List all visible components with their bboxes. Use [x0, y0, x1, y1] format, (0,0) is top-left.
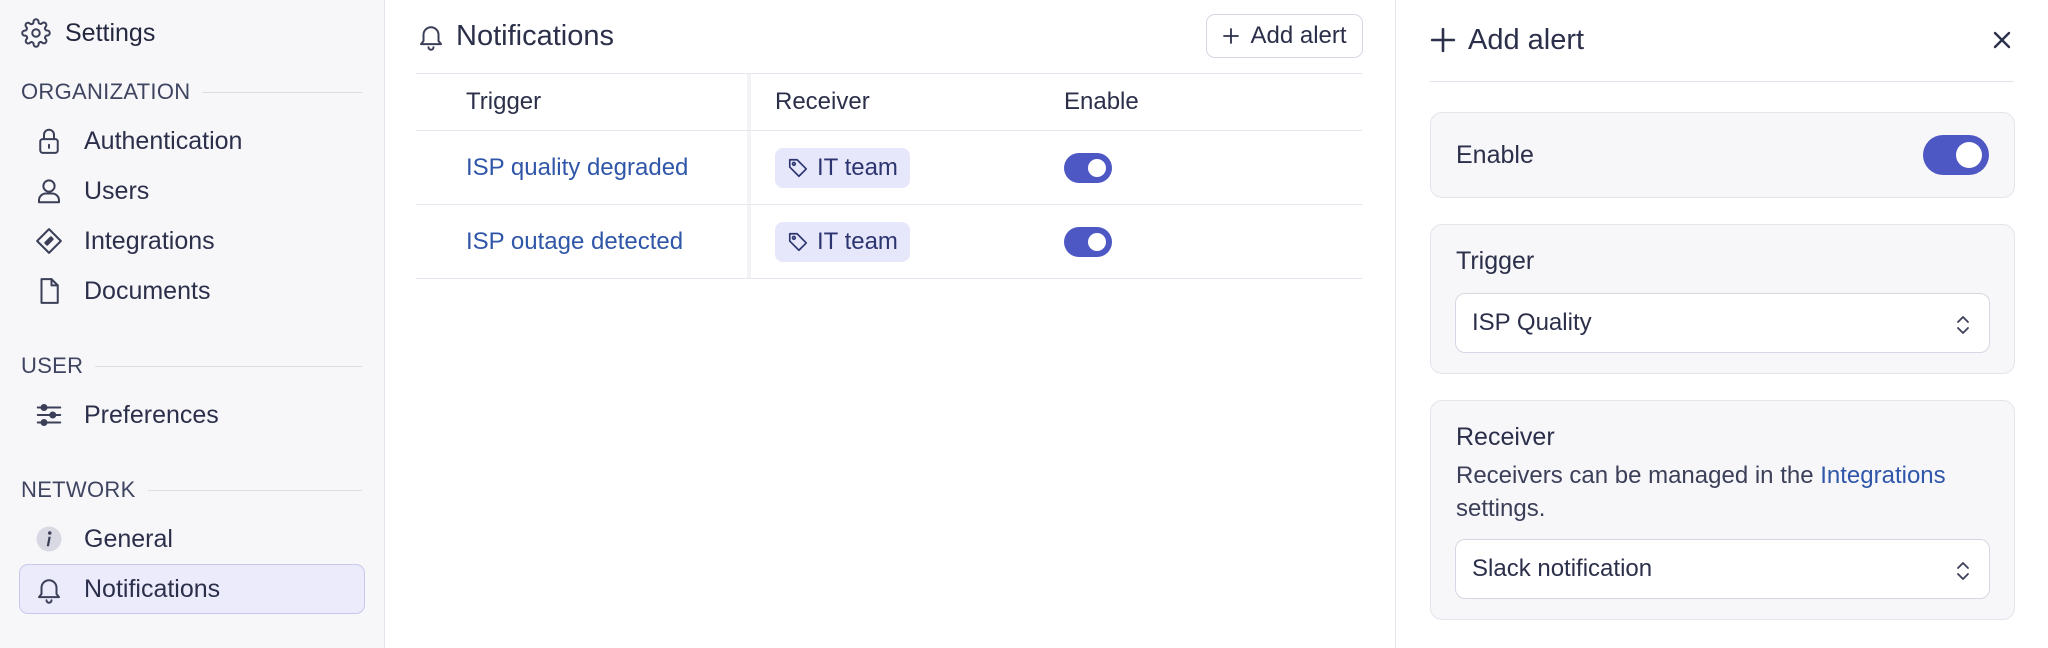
- section-user: USER: [21, 352, 362, 380]
- sidebar-item-general[interactable]: General: [19, 514, 365, 564]
- table-row: ISP quality degraded IT team: [416, 131, 1362, 205]
- page-title: Notifications: [416, 18, 614, 54]
- tag-icon: [788, 232, 808, 251]
- chevron-up-down-icon: [1957, 562, 1969, 580]
- enable-label: Enable: [1456, 141, 1534, 169]
- receiver-tag: IT team: [775, 221, 910, 262]
- sidebar-header: Settings: [21, 16, 155, 50]
- integrations-link[interactable]: Integrations: [1820, 462, 1945, 489]
- section-divider: [202, 91, 362, 93]
- sidebar: Settings ORGANIZATION Authentication Use…: [0, 0, 385, 648]
- sidebar-item-preferences[interactable]: Preferences: [19, 390, 365, 440]
- sidebar-item-documents[interactable]: Documents: [19, 266, 365, 316]
- trigger-link[interactable]: ISP quality degraded: [466, 154, 688, 182]
- enable-cell: [1064, 205, 1362, 278]
- sidebar-item-notifications[interactable]: Notifications: [19, 564, 365, 614]
- page-title-text: Notifications: [456, 19, 614, 52]
- receiver-help-suffix: settings.: [1456, 495, 1546, 522]
- column-header-label: Enable: [1064, 88, 1139, 115]
- receiver-help-text: Receivers can be managed in the Integrat…: [1456, 459, 1989, 525]
- receiver-select-value: Slack notification: [1472, 555, 1653, 582]
- close-icon[interactable]: [1990, 28, 2014, 52]
- trigger-card: Trigger ISP Quality: [1430, 224, 2015, 374]
- section-label-network: NETWORK: [21, 477, 136, 502]
- column-header-label: Receiver: [775, 88, 870, 115]
- section-divider: [147, 489, 362, 491]
- bell-icon: [420, 26, 442, 51]
- lock-icon: [39, 128, 59, 154]
- tag-diamond-icon: [36, 228, 62, 254]
- enable-toggle[interactable]: [1064, 226, 1112, 257]
- add-alert-button[interactable]: Add alert: [1206, 14, 1363, 58]
- info-icon: [36, 526, 62, 552]
- enable-card: Enable: [1430, 112, 2015, 198]
- receiver-tag-label: IT team: [817, 153, 898, 181]
- alerts-table: Trigger Receiver Enable ISP quality degr…: [416, 73, 1362, 279]
- sidebar-item-label: Integrations: [84, 226, 215, 255]
- receiver-tag: IT team: [775, 147, 910, 188]
- add-alert-drawer: Add alert Enable Trigger ISP Quality Rec…: [1395, 0, 2048, 648]
- sidebar-item-label: Documents: [84, 276, 211, 305]
- section-label-organization: ORGANIZATION: [21, 79, 191, 104]
- section-network: NETWORK: [21, 476, 362, 504]
- enable-toggle[interactable]: [1064, 152, 1112, 183]
- trigger-select[interactable]: ISP Quality: [1455, 293, 1990, 353]
- column-header-trigger: Trigger: [416, 74, 747, 130]
- document-icon: [40, 278, 59, 304]
- plus-icon: [1223, 28, 1240, 44]
- sidebar-item-label: General: [84, 524, 173, 553]
- trigger-label: Trigger: [1456, 247, 1535, 275]
- sidebar-item-label: Notifications: [84, 574, 221, 603]
- user-icon: [38, 179, 60, 204]
- toggle-knob: [1088, 158, 1106, 177]
- chevron-up-down-icon: [1957, 316, 1969, 334]
- table-header-row: Trigger Receiver Enable: [416, 73, 1362, 131]
- sliders-icon: [36, 404, 62, 426]
- sidebar-title: Settings: [65, 18, 156, 47]
- table-row: ISP outage detected IT team: [416, 205, 1362, 279]
- trigger-select-value: ISP Quality: [1472, 309, 1592, 336]
- column-header-receiver: Receiver: [747, 74, 1064, 130]
- toggle-knob: [1956, 142, 1982, 168]
- receiver-label: Receiver: [1456, 423, 1555, 451]
- receiver-select[interactable]: Slack notification: [1455, 539, 1990, 599]
- sidebar-item-users[interactable]: Users: [19, 166, 365, 216]
- enable-cell: [1064, 131, 1362, 204]
- drawer-header: Add alert: [1430, 20, 1584, 60]
- column-header-label: Trigger: [466, 88, 542, 115]
- section-divider: [95, 365, 362, 367]
- drawer-divider: [1430, 81, 2014, 82]
- sidebar-item-authentication[interactable]: Authentication: [19, 116, 365, 166]
- drawer-title: Add alert: [1468, 23, 1585, 56]
- sidebar-item-label: Authentication: [84, 126, 243, 155]
- toggle-knob: [1088, 232, 1106, 251]
- receiver-help-prefix: Receivers can be managed in the: [1456, 462, 1814, 489]
- trigger-cell: ISP quality degraded: [416, 131, 747, 204]
- receiver-card: Receiver Receivers can be managed in the…: [1430, 400, 2015, 620]
- enable-toggle[interactable]: [1923, 135, 1989, 175]
- section-organization: ORGANIZATION: [21, 78, 362, 106]
- plus-icon: [1430, 27, 1456, 53]
- main-panel: Notifications Add alert Trigger Receiver…: [386, 0, 1395, 648]
- receiver-cell: IT team: [747, 131, 1064, 204]
- trigger-link[interactable]: ISP outage detected: [466, 228, 683, 256]
- column-header-enable: Enable: [1064, 74, 1362, 130]
- receiver-tag-label: IT team: [817, 227, 898, 255]
- tag-icon: [788, 158, 808, 177]
- gear-icon: [21, 18, 51, 48]
- trigger-cell: ISP outage detected: [416, 205, 747, 278]
- bell-icon: [38, 579, 60, 604]
- sidebar-item-label: Users: [84, 176, 150, 205]
- receiver-cell: IT team: [747, 205, 1064, 278]
- sidebar-item-label: Preferences: [84, 400, 219, 429]
- section-label-user: USER: [21, 353, 84, 378]
- sidebar-item-integrations[interactable]: Integrations: [19, 216, 365, 266]
- add-alert-button-label: Add alert: [1250, 22, 1347, 49]
